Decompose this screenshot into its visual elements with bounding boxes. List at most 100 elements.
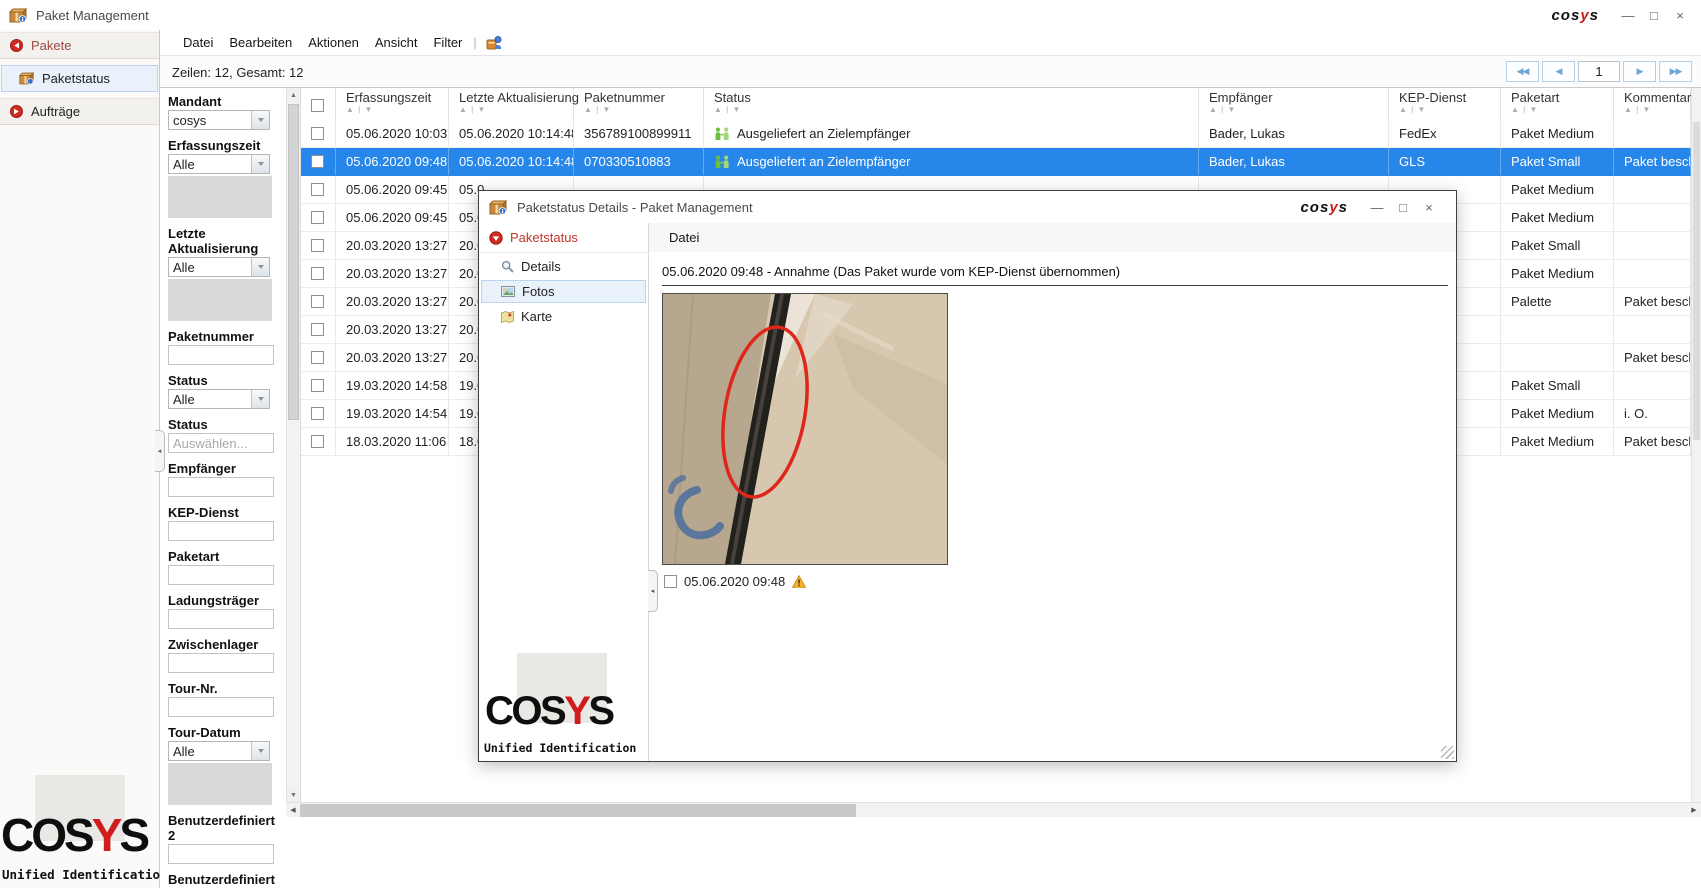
sort-arrows-icon[interactable]: ▲ | ▼ bbox=[346, 105, 373, 114]
close-button[interactable]: × bbox=[1667, 8, 1693, 23]
filter-scrollbar[interactable]: ▲ ▼ bbox=[286, 88, 301, 802]
chevron-down-icon[interactable] bbox=[251, 390, 269, 408]
row-select-cell[interactable] bbox=[301, 148, 336, 175]
chevron-down-icon[interactable] bbox=[251, 111, 269, 129]
photo-checkbox[interactable] bbox=[664, 575, 677, 588]
sort-arrows-icon[interactable]: ▲ | ▼ bbox=[1209, 105, 1236, 114]
menu-datei[interactable]: Datei bbox=[175, 32, 221, 53]
vertical-scrollbar-thumb[interactable] bbox=[1693, 122, 1700, 440]
row-checkbox[interactable] bbox=[311, 155, 324, 168]
row-checkbox[interactable] bbox=[311, 407, 324, 420]
menu-aktionen[interactable]: Aktionen bbox=[300, 32, 367, 53]
page-number-input[interactable]: 1 bbox=[1578, 61, 1620, 82]
horizontal-scrollbar-thumb[interactable] bbox=[300, 804, 856, 817]
row-checkbox[interactable] bbox=[311, 267, 324, 280]
filter-status-input[interactable]: Auswählen... bbox=[168, 433, 274, 453]
menu-ansicht[interactable]: Ansicht bbox=[367, 32, 426, 53]
column-header-erfassungszeit[interactable]: Erfassungszeit▲ | ▼ bbox=[336, 88, 449, 120]
column-header-paketart[interactable]: Paketart▲ | ▼ bbox=[1501, 88, 1614, 120]
scroll-right-icon[interactable]: ▶ bbox=[1687, 803, 1701, 817]
filter-scrollbar-thumb[interactable] bbox=[288, 104, 299, 420]
filter-erfassungszeit-select[interactable]: Alle bbox=[168, 154, 270, 174]
dialog-tab-details[interactable]: Details bbox=[481, 255, 646, 278]
row-select-cell[interactable] bbox=[301, 428, 336, 455]
sidebar-item-auftr-ge[interactable]: Aufträge bbox=[0, 98, 159, 125]
row-select-cell[interactable] bbox=[301, 204, 336, 231]
scroll-up-icon[interactable]: ▲ bbox=[287, 88, 300, 102]
scroll-down-icon[interactable]: ▼ bbox=[287, 788, 300, 802]
row-select-cell[interactable] bbox=[301, 120, 336, 147]
filter-mandant-select[interactable]: cosys bbox=[168, 110, 270, 130]
filter-letzte-aktualisierung-select[interactable]: Alle bbox=[168, 257, 270, 277]
dialog-minimize-button[interactable]: — bbox=[1364, 200, 1390, 215]
sort-arrows-icon[interactable]: ▲ | ▼ bbox=[1624, 105, 1651, 114]
row-select-cell[interactable] bbox=[301, 288, 336, 315]
row-checkbox[interactable] bbox=[311, 183, 324, 196]
row-checkbox[interactable] bbox=[311, 239, 324, 252]
column-header-status[interactable]: Status▲ | ▼ bbox=[704, 88, 1199, 120]
table-horizontal-scrollbar[interactable]: ◀ ▶ bbox=[286, 802, 1701, 817]
row-checkbox[interactable] bbox=[311, 379, 324, 392]
sort-arrows-icon[interactable]: ▲ | ▼ bbox=[584, 105, 611, 114]
users-icon[interactable] bbox=[486, 35, 503, 50]
sort-arrows-icon[interactable]: ▲ | ▼ bbox=[459, 105, 486, 114]
table-vertical-scrollbar[interactable] bbox=[1691, 88, 1701, 802]
filter-zwischenlager-input[interactable] bbox=[168, 653, 274, 673]
table-row[interactable]: 05.06.2020 10:0305.06.2020 10:14:4835678… bbox=[301, 120, 1691, 148]
row-select-cell[interactable] bbox=[301, 316, 336, 343]
row-checkbox[interactable] bbox=[311, 323, 324, 336]
table-row[interactable]: 05.06.2020 09:4805.06.2020 10:14:4807033… bbox=[301, 148, 1691, 176]
prev-page-button[interactable]: ◀ bbox=[1542, 61, 1575, 82]
maximize-button[interactable]: □ bbox=[1641, 8, 1667, 23]
filter-benutzerdefiniert-2-input[interactable] bbox=[168, 844, 274, 864]
menu-filter[interactable]: Filter bbox=[425, 32, 470, 53]
dialog-close-button[interactable]: × bbox=[1416, 200, 1442, 215]
select-all-header[interactable] bbox=[301, 88, 336, 120]
filter-tour-nr-input[interactable] bbox=[168, 697, 274, 717]
row-checkbox[interactable] bbox=[311, 435, 324, 448]
minimize-button[interactable]: — bbox=[1615, 8, 1641, 23]
dialog-tab-karte[interactable]: Karte bbox=[481, 305, 646, 328]
dialog-menu-datei[interactable]: Datei bbox=[669, 227, 707, 248]
dialog-tab-fotos[interactable]: Fotos bbox=[481, 280, 646, 303]
filter-paketnummer-input[interactable] bbox=[168, 345, 274, 365]
row-checkbox[interactable] bbox=[311, 127, 324, 140]
row-select-cell[interactable] bbox=[301, 372, 336, 399]
column-header-letzte-aktualisierung[interactable]: Letzte Aktualisierung▲ | ▼ bbox=[449, 88, 574, 120]
menu-bearbeiten[interactable]: Bearbeiten bbox=[221, 32, 300, 53]
row-checkbox[interactable] bbox=[311, 295, 324, 308]
select-all-checkbox[interactable] bbox=[311, 99, 324, 112]
resize-grip[interactable] bbox=[1441, 746, 1454, 759]
filter-empf-nger-input[interactable] bbox=[168, 477, 274, 497]
dialog-maximize-button[interactable]: □ bbox=[1390, 200, 1416, 215]
filter-kep-dienst-input[interactable] bbox=[168, 521, 274, 541]
chevron-down-icon[interactable] bbox=[251, 742, 269, 760]
next-page-button[interactable]: ▶ bbox=[1623, 61, 1656, 82]
filter-tour-datum-select[interactable]: Alle bbox=[168, 741, 270, 761]
chevron-down-icon[interactable] bbox=[251, 155, 269, 173]
row-checkbox[interactable] bbox=[311, 211, 324, 224]
dialog-splitter-handle[interactable]: ◂ bbox=[648, 570, 658, 612]
filter-paketart-input[interactable] bbox=[168, 565, 274, 585]
sort-arrows-icon[interactable]: ▲ | ▼ bbox=[714, 105, 741, 114]
sort-arrows-icon[interactable]: ▲ | ▼ bbox=[1399, 105, 1426, 114]
column-header-kommentar-2[interactable]: Kommentar 2▲ | ▼ bbox=[1614, 88, 1691, 120]
column-header-paketnummer[interactable]: Paketnummer▲ | ▼ bbox=[574, 88, 704, 120]
row-select-cell[interactable] bbox=[301, 176, 336, 203]
damage-photo[interactable] bbox=[662, 293, 948, 565]
column-header-empf-nger[interactable]: Empfänger▲ | ▼ bbox=[1199, 88, 1389, 120]
scroll-left-icon[interactable]: ◀ bbox=[286, 803, 300, 817]
sidebar-item-paketstatus[interactable]: Paketstatus bbox=[1, 65, 158, 92]
row-select-cell[interactable] bbox=[301, 400, 336, 427]
row-select-cell[interactable] bbox=[301, 232, 336, 259]
filter-status-select[interactable]: Alle bbox=[168, 389, 270, 409]
sidebar-splitter-handle[interactable]: ◂ bbox=[155, 430, 165, 472]
sort-arrows-icon[interactable]: ▲ | ▼ bbox=[1511, 105, 1538, 114]
row-checkbox[interactable] bbox=[311, 351, 324, 364]
row-select-cell[interactable] bbox=[301, 260, 336, 287]
filter-ladungstr-ger-input[interactable] bbox=[168, 609, 274, 629]
last-page-button[interactable]: ▶▶ bbox=[1659, 61, 1692, 82]
first-page-button[interactable]: ◀◀ bbox=[1506, 61, 1539, 82]
column-header-kep-dienst[interactable]: KEP-Dienst▲ | ▼ bbox=[1389, 88, 1501, 120]
sidebar-item-pakete[interactable]: Pakete bbox=[0, 32, 159, 59]
